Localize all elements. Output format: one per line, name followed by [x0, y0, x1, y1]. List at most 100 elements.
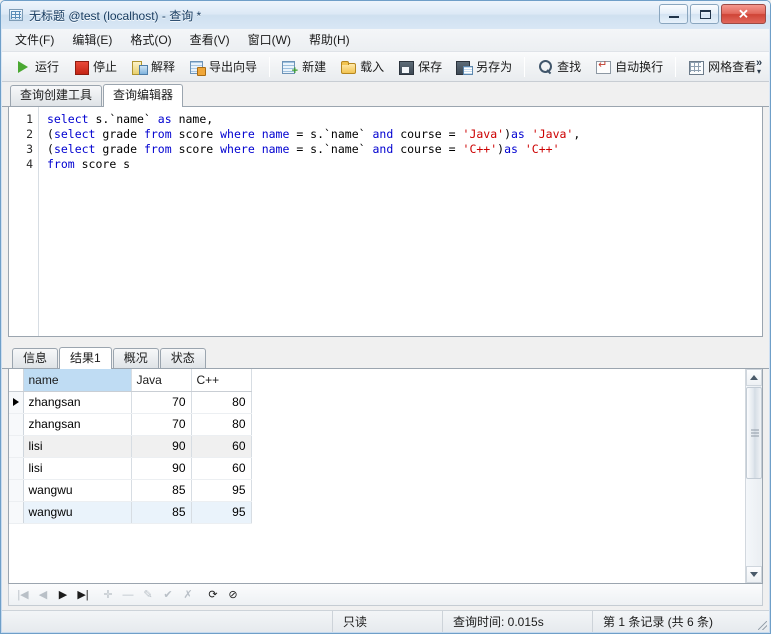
row-marker[interactable]	[9, 435, 24, 458]
cell-name[interactable]: zhangsan	[23, 391, 132, 414]
close-button[interactable]: ✕	[721, 4, 766, 24]
result-tab-bar: 信息 结果1 概况 状态	[2, 345, 769, 369]
scroll-up-button[interactable]	[746, 369, 762, 386]
row-marker[interactable]	[9, 457, 24, 480]
cell-java[interactable]: 90	[131, 457, 192, 480]
column-header-java[interactable]: Java	[131, 369, 192, 392]
result-grid-area[interactable]: name Java C++ zhangsan 70 80 zhangsan 70 80 li…	[9, 369, 745, 583]
load-button[interactable]: 载入	[333, 55, 391, 79]
table-row[interactable]: wangwu 85 95	[9, 479, 252, 502]
line-number: 3	[26, 142, 33, 156]
maximize-button[interactable]	[690, 4, 719, 24]
toolbar-overflow-button[interactable]: » ▾	[751, 52, 767, 82]
resize-grip[interactable]	[753, 611, 769, 632]
scroll-down-button[interactable]	[746, 566, 762, 583]
table-row[interactable]: wangwu 85 95	[9, 501, 252, 524]
table-row[interactable]: lisi 90 60	[9, 435, 252, 458]
explain-label: 解释	[151, 60, 176, 74]
next-record-button[interactable]: ▶	[53, 586, 73, 604]
menu-help[interactable]: 帮助(H)	[300, 28, 359, 52]
editor-tab-bar: 查询创建工具 查询编辑器	[2, 82, 769, 107]
row-marker[interactable]	[9, 501, 24, 524]
menu-window[interactable]: 窗口(W)	[239, 28, 300, 52]
cell-java[interactable]: 90	[131, 435, 192, 458]
last-record-button[interactable]: ▶|	[73, 586, 93, 604]
result-grid-panel: name Java C++ zhangsan 70 80 zhangsan 70 80 li…	[8, 369, 763, 584]
sql-code-text[interactable]: select s.`name` as name, (select grade fr…	[39, 107, 762, 336]
cell-name[interactable]: zhangsan	[23, 413, 132, 436]
grid-view-label: 网格查看	[708, 60, 757, 74]
code-line: from score s	[47, 157, 762, 172]
tab-result1[interactable]: 结果1	[59, 347, 112, 369]
code-token: 'Java'	[531, 127, 574, 141]
floppy-disk-icon	[398, 59, 415, 75]
menu-format[interactable]: 格式(O)	[121, 28, 180, 52]
column-header-name[interactable]: name	[23, 369, 132, 392]
horizontal-splitter[interactable]	[8, 337, 763, 345]
code-token: 'C++'	[462, 142, 498, 156]
code-token: and	[372, 142, 394, 156]
minimize-button[interactable]	[659, 4, 688, 24]
code-token: grade	[95, 127, 144, 141]
cell-name[interactable]: wangwu	[23, 479, 132, 502]
cell-name[interactable]: wangwu	[23, 501, 132, 524]
new-query-button[interactable]: 新建	[275, 55, 333, 79]
cell-cpp[interactable]: 95	[191, 479, 252, 502]
tab-query-editor[interactable]: 查询编辑器	[103, 84, 184, 107]
cell-name[interactable]: lisi	[23, 457, 132, 480]
code-token: as	[157, 112, 172, 126]
delete-record-button: —	[122, 588, 134, 601]
table-row[interactable]: zhangsan 70 80	[9, 391, 252, 414]
sql-editor-pane[interactable]: 1 2 3 4 select s.`name` as name, (select …	[8, 107, 763, 337]
menu-file[interactable]: 文件(F)	[6, 28, 63, 52]
cell-java[interactable]: 70	[131, 391, 192, 414]
save-label: 保存	[418, 60, 443, 74]
tab-status[interactable]: 状态	[159, 348, 206, 368]
code-token: from	[143, 127, 172, 141]
table-row[interactable]: zhangsan 70 80	[9, 413, 252, 436]
export-wizard-button[interactable]: 导出向导	[182, 55, 264, 79]
cell-java[interactable]: 70	[131, 413, 192, 436]
auto-wrap-button[interactable]: 自动换行	[588, 55, 670, 79]
find-button[interactable]: 查找	[530, 55, 588, 79]
cell-java[interactable]: 85	[131, 479, 192, 502]
save-button[interactable]: 保存	[391, 55, 449, 79]
cell-name[interactable]: lisi	[23, 435, 132, 458]
play-icon	[15, 59, 31, 75]
table-header-row: name Java C++	[9, 369, 252, 392]
search-icon	[537, 59, 553, 75]
save-as-button[interactable]: 另存为	[449, 55, 519, 79]
export-icon	[189, 59, 207, 76]
code-token: score s	[74, 157, 131, 171]
code-token: select	[47, 112, 89, 126]
explain-button[interactable]: 解释	[124, 55, 182, 79]
code-token: 'Java'	[462, 127, 505, 141]
edit-record-button: ✎	[143, 589, 153, 601]
grid-vertical-scrollbar[interactable]	[745, 369, 762, 583]
menu-edit[interactable]: 编辑(E)	[63, 28, 121, 52]
refresh-button[interactable]: ⟳	[203, 586, 223, 604]
tab-info[interactable]: 信息	[12, 348, 59, 368]
code-token: as	[504, 142, 518, 156]
cell-cpp[interactable]: 80	[191, 391, 252, 414]
run-button[interactable]: 运行	[8, 55, 66, 79]
cell-cpp[interactable]: 60	[191, 435, 252, 458]
row-marker[interactable]	[9, 413, 24, 436]
cell-java[interactable]: 85	[131, 501, 192, 524]
scrollbar-thumb[interactable]	[746, 387, 762, 479]
row-marker[interactable]	[9, 479, 24, 502]
column-header-cpp[interactable]: C++	[191, 369, 252, 392]
tab-query-builder[interactable]: 查询创建工具	[10, 85, 103, 106]
table-row[interactable]: lisi 90 60	[9, 457, 252, 480]
cell-cpp[interactable]: 60	[191, 457, 252, 480]
stop-loading-button[interactable]: ⊘	[223, 586, 243, 604]
stop-button[interactable]: 停止	[66, 55, 124, 79]
cell-cpp[interactable]: 95	[191, 501, 252, 524]
code-token: course =	[393, 127, 463, 141]
cell-cpp[interactable]: 80	[191, 413, 252, 436]
tab-profile[interactable]: 概况	[112, 348, 159, 368]
menu-view[interactable]: 查看(V)	[181, 28, 239, 52]
current-row-marker[interactable]	[9, 391, 24, 414]
